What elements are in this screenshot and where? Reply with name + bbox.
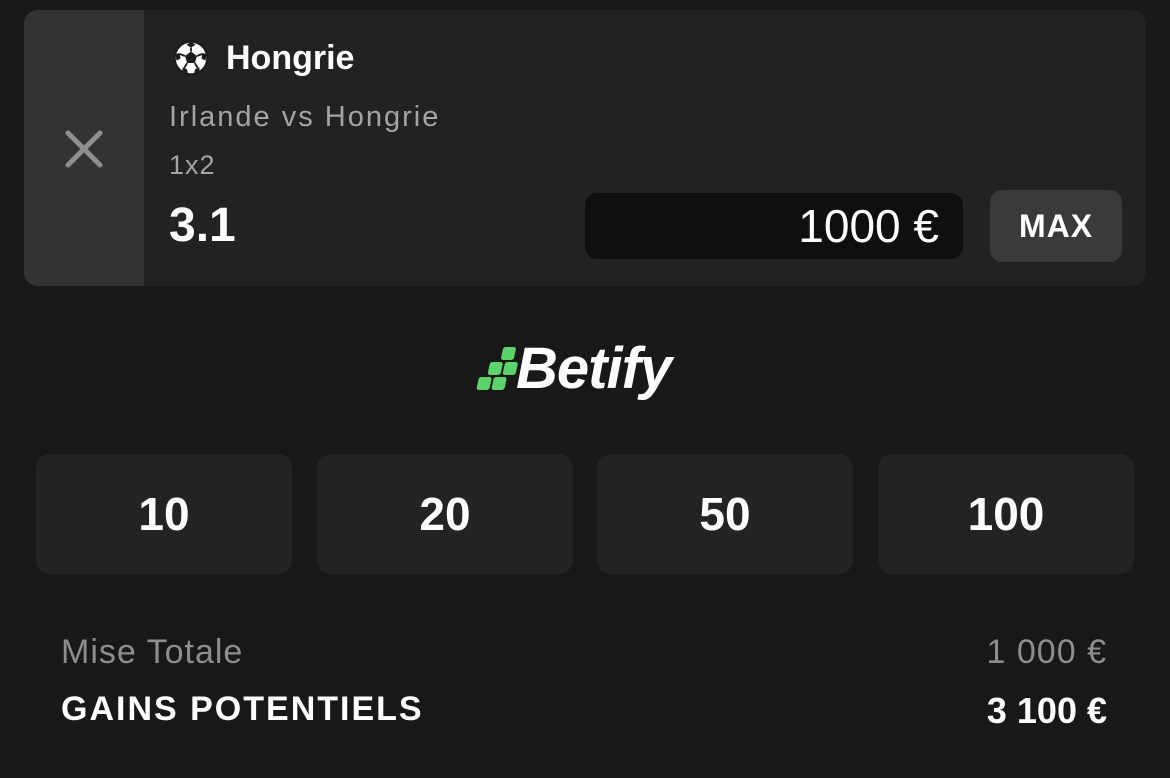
match-name: Irlande vs Hongrie: [169, 101, 441, 133]
stake-input[interactable]: [585, 193, 963, 259]
total-stake-value: 1 000 €: [986, 633, 1107, 671]
betify-logo-icon: [476, 347, 518, 390]
selection-title: Hongrie: [226, 39, 355, 77]
quick-stake-50[interactable]: 50: [597, 454, 853, 574]
soccer-ball-icon: [173, 40, 209, 76]
bet-slip-card: Hongrie Irlande vs Hongrie 1x2 3.1 MAX: [24, 10, 1146, 286]
total-stake-label: Mise Totale: [61, 633, 244, 671]
quick-stake-100[interactable]: 100: [878, 454, 1134, 574]
potential-gains-label: GAINS POTENTIELS: [61, 690, 424, 728]
max-stake-button[interactable]: MAX: [990, 190, 1122, 262]
potential-gains-value: 3 100 €: [986, 690, 1107, 731]
odds-value: 3.1: [169, 199, 236, 252]
close-icon: [65, 130, 103, 168]
brand-name: Betify: [516, 336, 672, 401]
market-type: 1x2: [169, 150, 216, 180]
quick-stake-20[interactable]: 20: [317, 454, 573, 574]
remove-bet-button[interactable]: [24, 10, 144, 286]
quick-stake-10[interactable]: 10: [36, 454, 292, 574]
